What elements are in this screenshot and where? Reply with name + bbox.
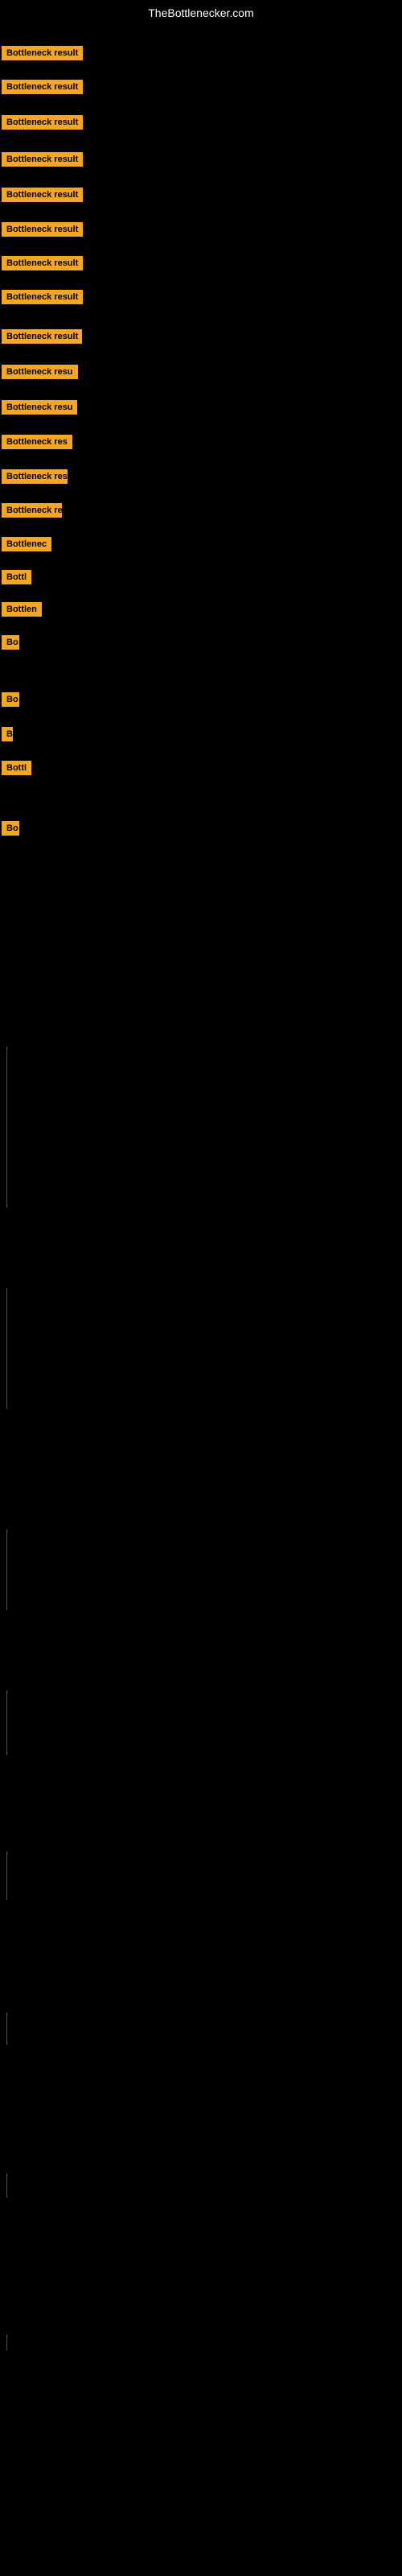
vertical-line xyxy=(6,1690,7,1755)
bottleneck-result-badge[interactable]: Bottl xyxy=(2,570,31,584)
bottleneck-badge-row: Bottleneck result xyxy=(2,80,83,98)
bottleneck-result-badge[interactable]: Bo xyxy=(2,635,19,650)
bottleneck-badge-row: Bottleneck result xyxy=(2,329,82,348)
vertical-line xyxy=(6,2174,7,2198)
bottleneck-result-badge[interactable]: Bottlen xyxy=(2,602,42,617)
bottleneck-result-badge[interactable]: Bottleneck resu xyxy=(2,365,78,379)
bottleneck-badge-row: Bottleneck resu xyxy=(2,365,78,383)
bottleneck-badge-row: Bottleneck resu xyxy=(2,400,77,419)
bottleneck-result-badge[interactable]: Bottleneck result xyxy=(2,46,83,60)
bottleneck-result-badge[interactable]: Bottleneck res xyxy=(2,469,68,484)
bottleneck-badge-row: Bottleneck result xyxy=(2,46,83,64)
bottleneck-result-badge[interactable]: B xyxy=(2,727,13,741)
bottleneck-result-badge[interactable]: Bottleneck result xyxy=(2,290,83,304)
bottleneck-badge-row: Bo xyxy=(2,635,19,654)
bottleneck-result-badge[interactable]: Bottleneck result xyxy=(2,188,83,202)
bottleneck-result-badge[interactable]: Bottlenec xyxy=(2,537,51,551)
bottleneck-badge-row: Bottlenec xyxy=(2,537,51,555)
bottleneck-result-badge[interactable]: Bottleneck result xyxy=(2,256,83,270)
bottleneck-result-badge[interactable]: Bottleneck re xyxy=(2,503,62,518)
vertical-line xyxy=(6,2334,7,2351)
bottleneck-result-badge[interactable]: Bo xyxy=(2,692,19,707)
bottleneck-result-badge[interactable]: Bottleneck resu xyxy=(2,400,77,415)
bottleneck-badge-row: Bottl xyxy=(2,761,31,779)
vertical-line xyxy=(6,1046,7,1208)
bottleneck-badge-row: Bo xyxy=(2,821,19,840)
bottleneck-badge-row: Bottleneck res xyxy=(2,435,72,453)
bottleneck-badge-row: Bottleneck result xyxy=(2,222,83,241)
bottleneck-result-badge[interactable]: Bottleneck result xyxy=(2,222,83,237)
bottleneck-result-badge[interactable]: Bottl xyxy=(2,761,31,775)
bottleneck-result-badge[interactable]: Bottleneck result xyxy=(2,80,83,94)
vertical-line xyxy=(6,1852,7,1900)
bottleneck-badge-row: Bo xyxy=(2,692,19,711)
bottleneck-result-badge[interactable]: Bottleneck result xyxy=(2,329,82,344)
bottleneck-badge-row: B xyxy=(2,727,13,745)
site-title: TheBottlenecker.com xyxy=(0,0,402,23)
bottleneck-badge-row: Bottleneck res xyxy=(2,469,68,488)
bottleneck-badge-row: Bottleneck result xyxy=(2,188,83,206)
bottleneck-badge-row: Bottleneck re xyxy=(2,503,62,522)
bottleneck-badge-row: Bottleneck result xyxy=(2,152,83,171)
bottleneck-badge-row: Bottleneck result xyxy=(2,290,83,308)
vertical-line xyxy=(6,1530,7,1610)
bottleneck-result-badge[interactable]: Bottleneck result xyxy=(2,152,83,167)
bottleneck-badge-row: Bottlen xyxy=(2,602,42,621)
bottleneck-badge-row: Bottleneck result xyxy=(2,115,83,134)
bottleneck-result-badge[interactable]: Bottleneck res xyxy=(2,435,72,449)
bottleneck-badge-row: Bottleneck result xyxy=(2,256,83,275)
vertical-line xyxy=(6,2013,7,2045)
bottleneck-result-badge[interactable]: Bottleneck result xyxy=(2,115,83,130)
vertical-line xyxy=(6,1288,7,1409)
bottleneck-result-badge[interactable]: Bo xyxy=(2,821,19,836)
bottleneck-badge-row: Bottl xyxy=(2,570,31,588)
